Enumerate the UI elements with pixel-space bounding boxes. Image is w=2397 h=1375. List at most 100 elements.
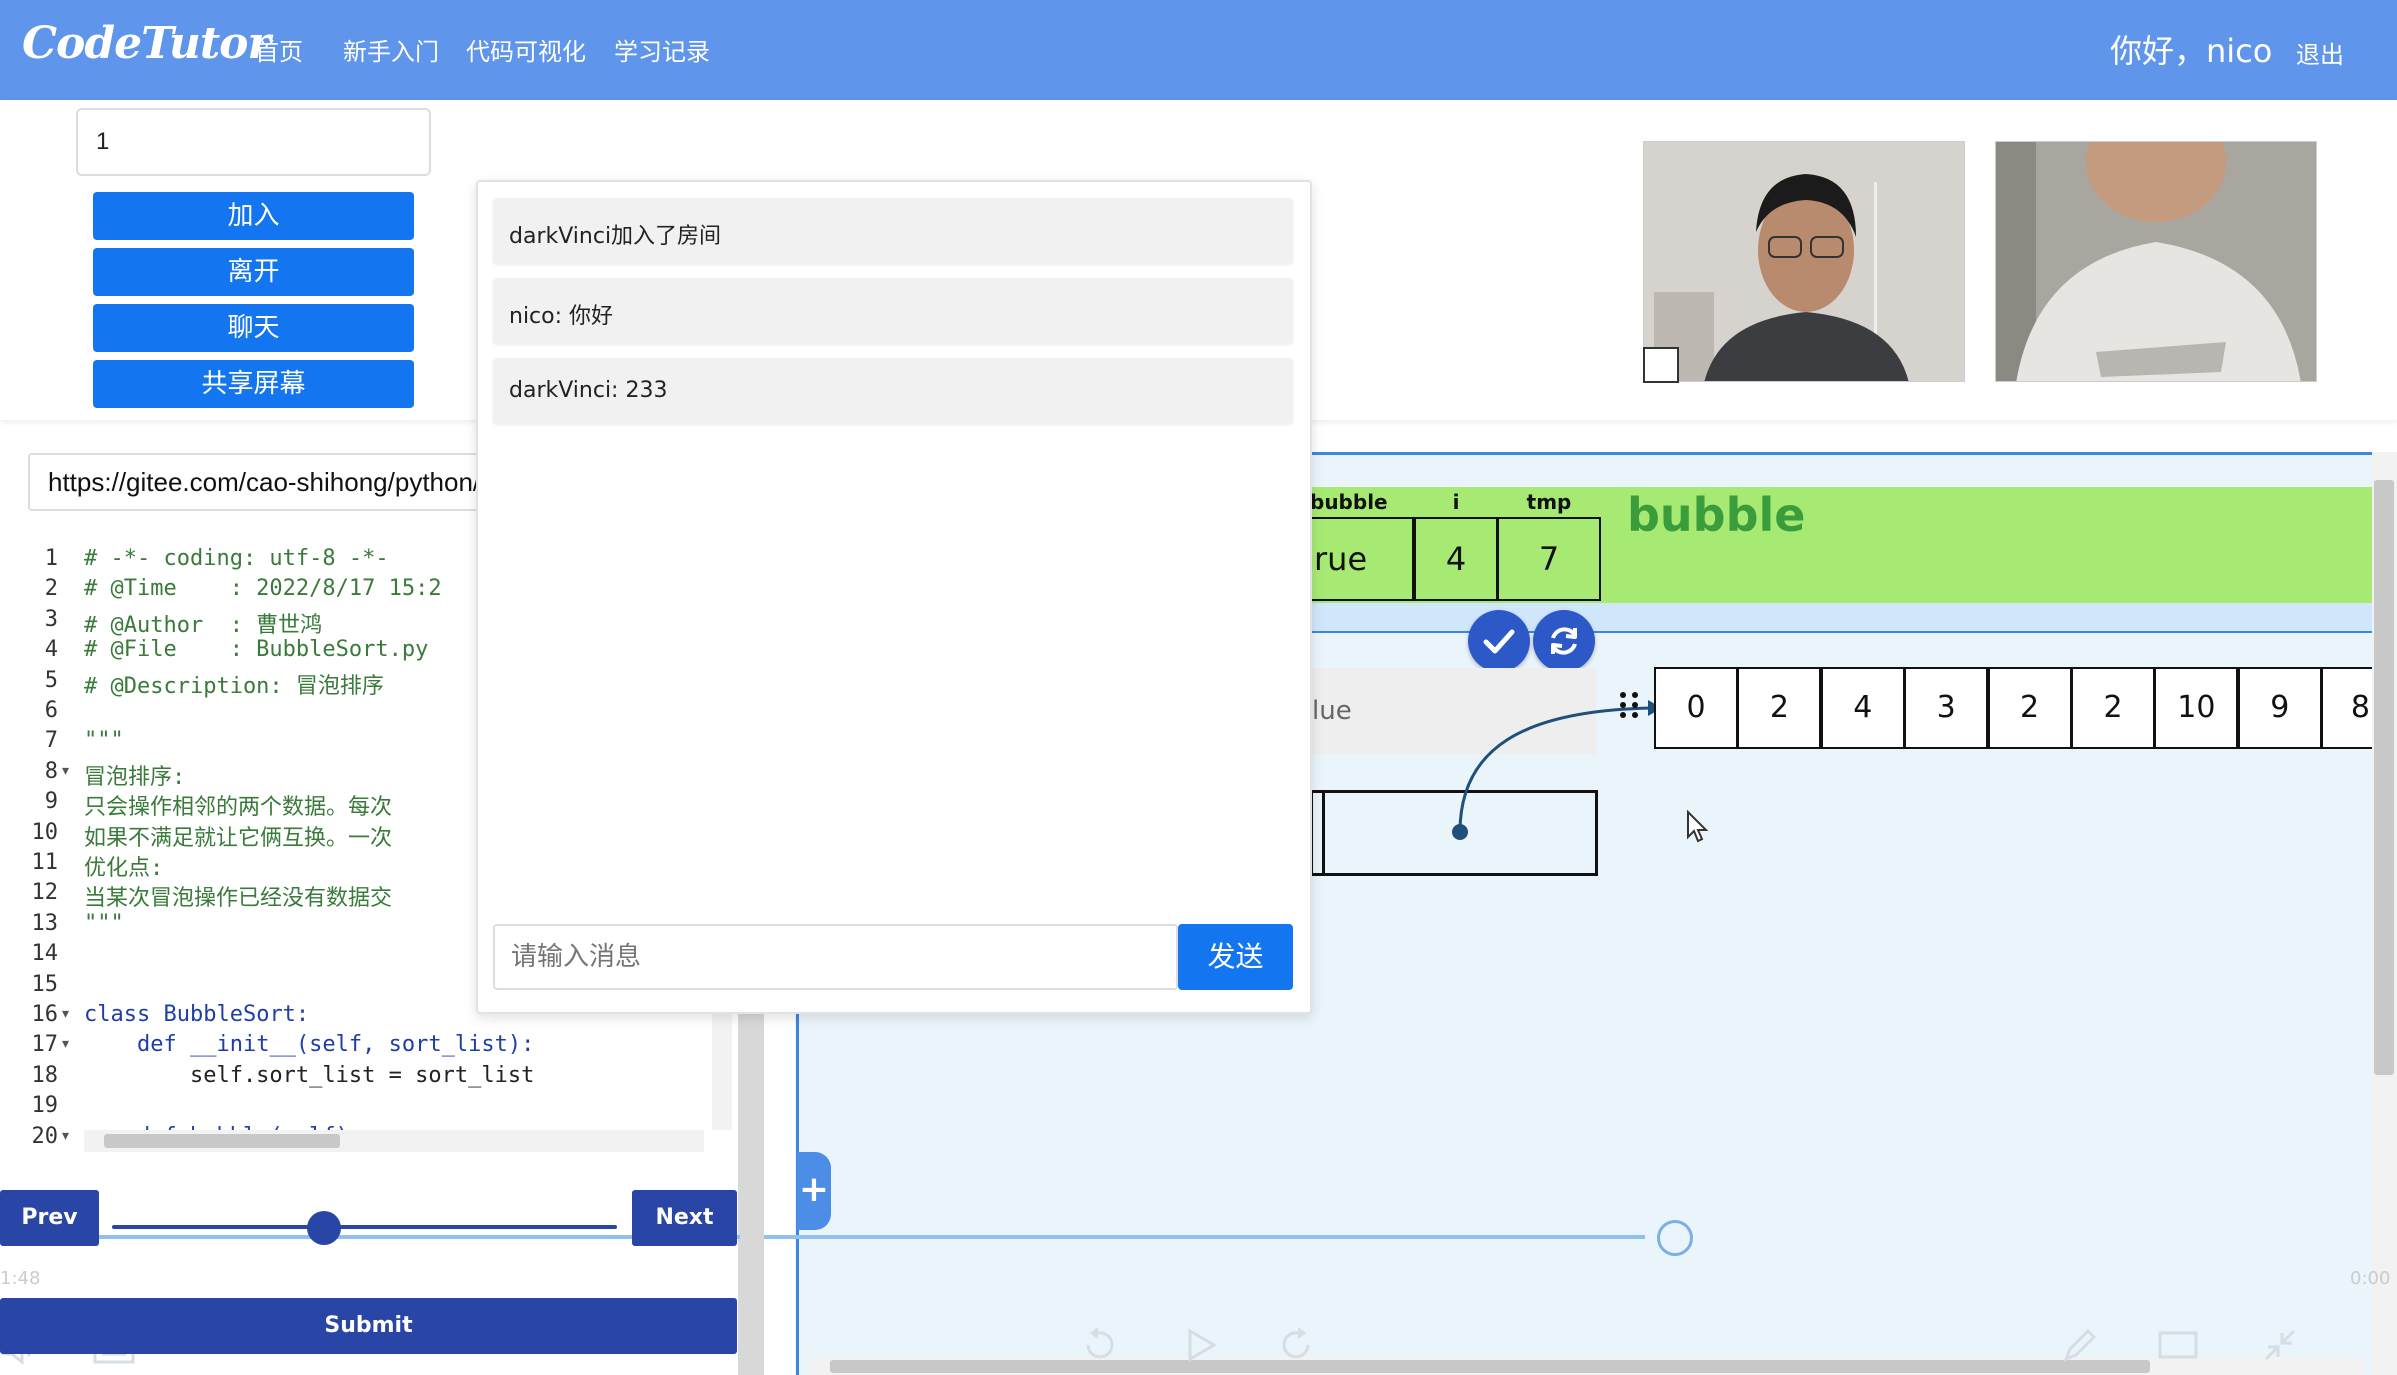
submit-button[interactable]: Submit [0,1298,737,1354]
code-line: # @Description: 冒泡排序 [84,673,384,699]
logout-link[interactable]: 退出 [2296,35,2344,70]
var-value-bubble: rue [1310,517,1414,601]
array-element: 2 [1737,667,1822,749]
person-video-image [1996,142,2316,381]
line-number: 1 [44,546,58,571]
viz-scroll-thumb[interactable] [2374,480,2394,1075]
line-number: 5 [44,667,58,693]
line-number: 16 [31,1002,59,1027]
array-element: 4 [1820,667,1905,749]
code-line: """ [84,910,124,936]
code-line: 只会操作相邻的两个数据。每次 [84,795,393,821]
person-video-image [1644,142,1964,381]
nav-getting-started[interactable]: 新手入门 [343,32,439,67]
rewind-icon[interactable] [1078,1325,1118,1365]
send-button[interactable]: 发送 [1178,924,1293,990]
line-number: 17 [31,1032,59,1058]
time-elapsed: 1:48 [0,1268,41,1289]
line-number: 18 [31,1062,59,1088]
fold-toggle-icon[interactable]: ▾ [62,1006,69,1022]
fold-toggle-icon[interactable]: ▾ [62,1036,69,1052]
editor-progress-line [0,1235,740,1239]
nav-code-visualization[interactable]: 代码可视化 [466,32,586,67]
nav-learning-records[interactable]: 学习记录 [614,32,710,67]
fold-toggle-icon[interactable]: ▾ [62,1128,69,1144]
array-element: 2 [1987,667,2072,749]
code-line: # @Time : 2022/8/17 15:2 [84,576,442,602]
screen-icon[interactable] [2158,1330,2198,1360]
room-id-input[interactable] [76,108,431,176]
drag-handle-icon[interactable] [1618,690,1642,720]
chat-button[interactable]: 聊天 [93,304,414,352]
chat-message: darkVinci加入了房间 [493,198,1293,264]
code-line: # @File : BubbleSort.py [84,637,429,663]
refresh-button[interactable] [1533,610,1595,672]
app-logo[interactable]: CodeTutor [22,18,271,69]
refresh-icon [1551,627,1577,655]
line-number: 6 [44,698,58,723]
line-number: 13 [31,910,59,936]
code-line: """ [84,728,124,754]
identifier: __init__(self, sort_list): [176,1032,535,1058]
code-line: 如果不满足就让它俩互换。一次 [84,825,393,851]
mouse-cursor-icon [1685,810,1711,844]
line-number: 15 [31,971,59,997]
code-line: # -*- coding: utf-8 -*- [84,546,389,571]
array-element: 8 [2321,667,2372,749]
editor-scroll-thumb[interactable] [104,1134,340,1148]
line-number: 20 [31,1123,59,1149]
share-screen-button[interactable]: 共享屏幕 [93,360,414,408]
keyword: def [136,1032,177,1058]
step-slider-track[interactable] [112,1225,617,1229]
fold-toggle-icon[interactable]: ▾ [62,763,69,779]
line-number: 19 [31,1093,59,1119]
play-icon[interactable] [1180,1325,1220,1365]
line-number: 10 [31,819,59,845]
confirm-button[interactable] [1468,610,1530,672]
code-line: self.sort_list = sort_list [84,1062,535,1088]
array-element: 10 [2154,667,2239,749]
remote-video [1995,141,2317,382]
array-element: 2 [2071,667,2155,749]
playback-progress-track[interactable] [760,1235,1645,1239]
editor-scroll-track[interactable] [738,1010,764,1375]
chat-message: nico: 你好 [493,278,1293,344]
code-line: class BubbleSort: [84,1002,309,1027]
line-number: 3 [44,606,58,632]
chat-message: darkVinci: 233 [493,358,1293,424]
array-element: 0 [1654,667,1738,749]
video-select-checkbox[interactable] [1643,347,1679,383]
line-number: 9 [44,789,58,815]
var-name-bubble: bubble [1310,490,1388,514]
identifier: BubbleSort: [150,1002,310,1027]
line-number: 11 [31,850,59,875]
prev-button[interactable]: Prev [0,1190,99,1246]
check-icon [1483,629,1515,654]
repo-url-input[interactable]: https://gitee.com/cao-shihong/python/ [28,453,488,511]
join-button[interactable]: 加入 [93,192,414,240]
user-greeting: 你好，nico [2110,32,2273,70]
code-line: 优化点: [84,856,164,881]
nav-home[interactable]: 首页 [255,32,303,67]
code-line: def __init__(self, sort_list): [84,1032,534,1057]
viz-horizontal-thumb[interactable] [830,1360,2150,1373]
collapse-icon[interactable] [2260,1325,2300,1365]
array-element: 3 [1904,667,1989,749]
pen-icon[interactable] [2060,1325,2100,1365]
line-number: 14 [31,941,59,967]
chat-message-input[interactable] [493,924,1178,990]
line-number: 12 [31,880,59,906]
local-video [1643,141,1965,382]
line-number: 7 [44,728,58,754]
time-remaining: 0:00 [2350,1268,2391,1289]
keyword: class [84,1002,151,1027]
add-panel-button[interactable]: + [797,1152,831,1230]
leave-button[interactable]: 离开 [93,248,414,296]
step-slider-knob[interactable] [307,1211,342,1245]
forward-icon[interactable] [1278,1325,1318,1365]
next-button[interactable]: Next [632,1190,737,1246]
code-line: 当某次冒泡操作已经没有数据交 [84,886,393,912]
pointer-cell-divider [1322,790,1325,876]
playback-progress-knob[interactable] [1656,1220,1693,1256]
code-line: 冒泡排序: [84,764,186,790]
